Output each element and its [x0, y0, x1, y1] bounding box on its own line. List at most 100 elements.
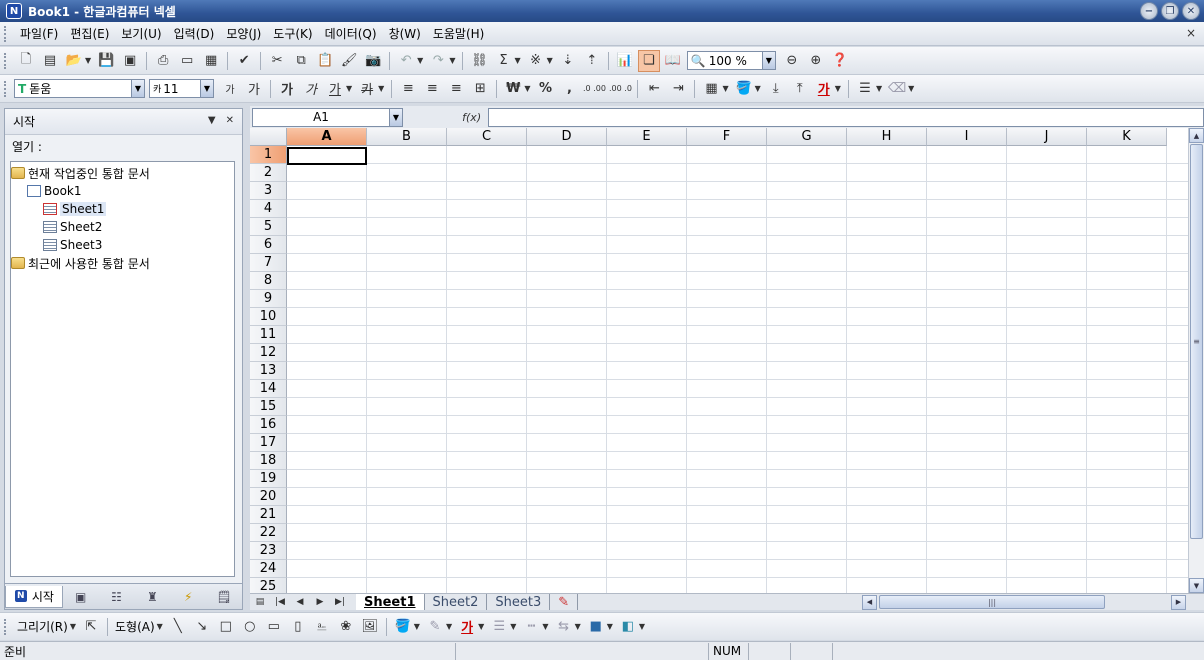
prev-sheet-icon[interactable]: ◀: [290, 597, 310, 607]
comma-button[interactable]: ,: [558, 78, 580, 100]
cut-icon[interactable]: ✂: [266, 50, 288, 72]
scroll-left-icon[interactable]: ◀: [862, 594, 877, 610]
next-sheet-icon[interactable]: ▶: [310, 597, 330, 607]
underline-dropdown-icon[interactable]: ▼: [346, 84, 352, 93]
3d-icon[interactable]: ◧: [617, 616, 639, 638]
dash-style-icon[interactable]: ┅: [520, 616, 542, 638]
ellipse-icon[interactable]: ○: [239, 616, 261, 638]
menu-tools[interactable]: 도구(K): [267, 23, 318, 44]
tree-item-sheet1[interactable]: Sheet1: [11, 200, 234, 218]
menu-file[interactable]: 파일(F): [14, 23, 64, 44]
row-header-2[interactable]: 2: [250, 164, 287, 182]
column-header-a[interactable]: A: [287, 128, 367, 146]
template-icon[interactable]: ▤: [39, 50, 61, 72]
decrease-decimal-button[interactable]: .00 .0: [608, 78, 632, 100]
restore-icon[interactable]: ❐: [1161, 2, 1179, 20]
align-left-icon[interactable]: ≡: [397, 78, 419, 100]
tree-item-book1[interactable]: Book1: [11, 182, 234, 200]
sort-descending-icon[interactable]: ⇡: [581, 50, 603, 72]
minimize-icon[interactable]: −: [1140, 2, 1158, 20]
row-header-22[interactable]: 22: [250, 524, 287, 542]
tree-item-sheet3[interactable]: Sheet3: [11, 236, 234, 254]
row-header-12[interactable]: 12: [250, 344, 287, 362]
scroll-down-icon[interactable]: ▼: [1189, 578, 1204, 593]
menu-view[interactable]: 보기(U): [115, 23, 167, 44]
italic-button[interactable]: 가: [300, 78, 322, 100]
cell-style-icon[interactable]: ☰: [854, 78, 876, 100]
row-header-14[interactable]: 14: [250, 380, 287, 398]
undo-dropdown-icon[interactable]: ▼: [417, 56, 423, 65]
vertical-textbox-icon[interactable]: ▯: [287, 616, 309, 638]
menubar-grip[interactable]: [4, 25, 8, 42]
dash-style-dropdown-icon[interactable]: ▼: [542, 622, 548, 631]
increase-indent-icon[interactable]: ⇥: [667, 78, 689, 100]
last-sheet-icon[interactable]: ▶|: [330, 597, 350, 607]
fill-color-dropdown-icon[interactable]: ▼: [755, 84, 761, 93]
zoom-out-icon[interactable]: ⊖: [781, 50, 803, 72]
menu-close-icon[interactable]: ×: [1186, 26, 1196, 40]
column-header-b[interactable]: B: [367, 128, 447, 146]
strikethrough-button[interactable]: 카: [356, 78, 378, 100]
borders-icon[interactable]: ▦: [700, 78, 722, 100]
textbox-icon[interactable]: ▭: [263, 616, 285, 638]
zoom-dropdown-icon[interactable]: ▼: [762, 51, 776, 70]
line-color-dropdown-icon[interactable]: ▼: [446, 622, 452, 631]
vertical-scrollbar[interactable]: ▲ ≡ ▼: [1188, 128, 1204, 593]
active-cell[interactable]: [287, 147, 367, 165]
row-header-6[interactable]: 6: [250, 236, 287, 254]
tab-gallery-icon[interactable]: ▣: [63, 586, 99, 608]
close-icon[interactable]: ✕: [1182, 2, 1200, 20]
pdf-icon[interactable]: ▦: [200, 50, 222, 72]
function-wizard-icon[interactable]: f(x): [457, 111, 487, 124]
decrease-indent-icon[interactable]: ⇤: [643, 78, 665, 100]
column-header-c[interactable]: C: [447, 128, 527, 146]
draw-dropdown-icon[interactable]: ▼: [70, 622, 76, 631]
app-logo-icon[interactable]: N: [6, 3, 22, 19]
paste-icon[interactable]: 📋: [314, 50, 336, 72]
arrow-icon[interactable]: ↘: [191, 616, 213, 638]
redo-dropdown-icon[interactable]: ▼: [449, 56, 455, 65]
percent-button[interactable]: %: [534, 78, 556, 100]
formula-input[interactable]: [488, 107, 1204, 127]
tab-notes-icon[interactable]: 🗒: [206, 586, 242, 608]
draw-menu-button[interactable]: 그리기(R): [17, 618, 68, 635]
row-header-18[interactable]: 18: [250, 452, 287, 470]
tree-item-sheet2[interactable]: Sheet2: [11, 218, 234, 236]
fill-color-icon[interactable]: 🪣: [392, 616, 414, 638]
align-center-icon[interactable]: ≡: [421, 78, 443, 100]
column-header-k[interactable]: K: [1087, 128, 1167, 146]
function-icon[interactable]: ※: [525, 50, 547, 72]
vertical-scroll-thumb[interactable]: ≡: [1190, 144, 1203, 539]
column-header-e[interactable]: E: [607, 128, 687, 146]
name-box[interactable]: A1: [252, 107, 391, 127]
camera-icon[interactable]: 📷: [362, 50, 384, 72]
format-painter-icon[interactable]: 🖌: [338, 50, 360, 72]
row-header-8[interactable]: 8: [250, 272, 287, 290]
autosum-dropdown-icon[interactable]: ▼: [514, 56, 520, 65]
row-header-1[interactable]: 1: [250, 146, 287, 164]
tree-item-current-workbooks[interactable]: 현재 작업중인 통합 문서: [11, 164, 234, 182]
currency-button[interactable]: ₩: [502, 78, 524, 100]
line-style-icon[interactable]: ☰: [488, 616, 510, 638]
merge-center-icon[interactable]: ⊞: [469, 78, 491, 100]
arrow-style-icon[interactable]: ⇆: [553, 616, 575, 638]
row-header-25[interactable]: 25: [250, 578, 287, 593]
horizontal-scrollbar[interactable]: ◀ ||| ▶: [862, 594, 1186, 610]
font-color-dropdown-icon[interactable]: ▼: [835, 84, 841, 93]
undo-icon[interactable]: ↶: [395, 50, 417, 72]
currency-dropdown-icon[interactable]: ▼: [524, 84, 530, 93]
row-header-16[interactable]: 16: [250, 416, 287, 434]
save-as-icon[interactable]: ▣: [119, 50, 141, 72]
clear-format-icon[interactable]: ⌫: [886, 78, 908, 100]
chart-icon[interactable]: 📊: [614, 50, 636, 72]
menu-insert[interactable]: 입력(D): [168, 23, 221, 44]
sheet-tab-sheet1[interactable]: Sheet1: [356, 594, 425, 610]
column-header-g[interactable]: G: [767, 128, 847, 146]
sheet-tab-sheet3[interactable]: Sheet3: [487, 594, 551, 610]
shadow-dropdown-icon[interactable]: ▼: [607, 622, 613, 631]
clear-format-dropdown-icon[interactable]: ▼: [908, 84, 914, 93]
scroll-right-icon[interactable]: ▶: [1171, 594, 1186, 610]
shadow-icon[interactable]: ■: [585, 616, 607, 638]
menu-window[interactable]: 창(W): [383, 23, 427, 44]
print-icon[interactable]: ⎙: [152, 50, 174, 72]
